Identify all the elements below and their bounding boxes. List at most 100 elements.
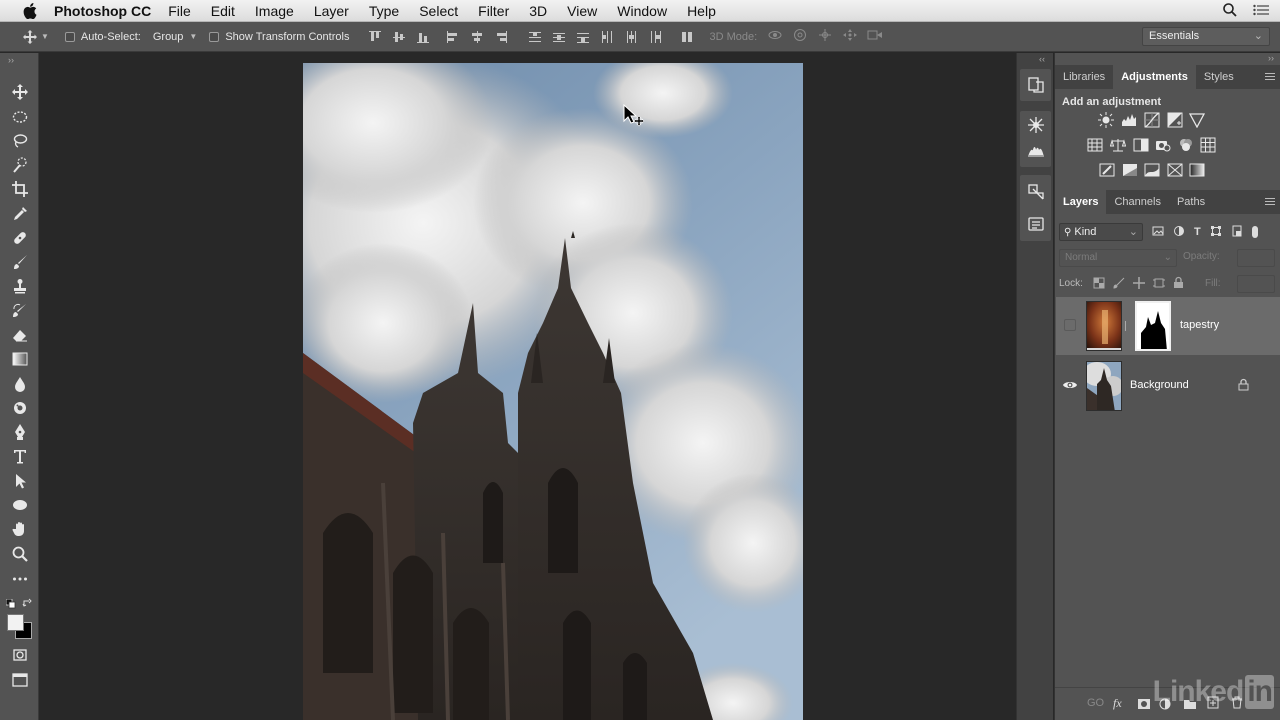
layer-row-background[interactable]: Background <box>1056 357 1280 415</box>
brush-presets-icon[interactable] <box>1027 116 1045 134</box>
spotlight-search-icon[interactable] <box>1222 2 1238 21</box>
default-colors-icon[interactable] <box>5 596 16 609</box>
show-transform-checkbox[interactable] <box>209 31 220 42</box>
filter-kind-dropdown[interactable]: ⚲ Kind ⌄ <box>1059 223 1143 241</box>
add-mask-icon[interactable] <box>1137 697 1151 715</box>
threshold-icon[interactable] <box>1144 162 1160 178</box>
distribute-hcenter-icon[interactable] <box>625 30 637 43</box>
brightness-contrast-icon[interactable] <box>1098 112 1114 128</box>
move-tool-icon[interactable] <box>8 81 32 103</box>
distribute-left-icon[interactable] <box>601 30 613 43</box>
cathedral-photo-canvas[interactable] <box>303 63 803 720</box>
menu-filter[interactable]: Filter <box>478 3 509 19</box>
panel-collapse-icon[interactable]: ›› <box>8 55 14 65</box>
menu-layer[interactable]: Layer <box>314 3 349 19</box>
tab-libraries[interactable]: Libraries <box>1055 65 1113 89</box>
tab-styles[interactable]: Styles <box>1196 65 1242 89</box>
crop-tool-icon[interactable] <box>8 178 32 200</box>
properties-icon[interactable] <box>1027 215 1045 233</box>
menu-window[interactable]: Window <box>617 3 667 19</box>
distribute-right-icon[interactable] <box>649 30 662 43</box>
quick-mask-icon[interactable] <box>8 644 32 666</box>
brush-settings-icon[interactable] <box>1027 142 1045 160</box>
notification-center-icon[interactable] <box>1252 2 1270 21</box>
fill-field[interactable] <box>1237 275 1275 293</box>
auto-select-dropdown[interactable]: Group ▼ <box>153 31 198 43</box>
move-tool-preset-icon[interactable] <box>22 29 38 45</box>
strip-collapse-icon[interactable]: ‹‹ <box>1039 54 1045 64</box>
eyedropper-tool-icon[interactable] <box>8 203 32 225</box>
invert-icon[interactable] <box>1099 162 1115 178</box>
tab-channels[interactable]: Channels <box>1106 190 1168 214</box>
black-white-icon[interactable] <box>1133 137 1149 153</box>
menu-file[interactable]: File <box>168 3 191 19</box>
3d-scale-icon[interactable] <box>867 28 883 45</box>
healing-brush-tool-icon[interactable] <box>8 227 32 249</box>
pen-tool-icon[interactable] <box>8 421 32 443</box>
gradient-tool-icon[interactable] <box>8 348 32 370</box>
zoom-tool-icon[interactable] <box>8 543 32 565</box>
blend-mode-dropdown[interactable]: Normal ⌄ <box>1059 249 1177 267</box>
filter-smart-object-icon[interactable] <box>1231 225 1243 240</box>
panel-menu-icon[interactable] <box>1265 198 1275 206</box>
3d-roll-icon[interactable] <box>792 28 808 45</box>
path-selection-tool-icon[interactable] <box>8 470 32 492</box>
swap-colors-icon[interactable] <box>22 595 32 607</box>
menu-help[interactable]: Help <box>687 3 716 19</box>
apple-icon[interactable] <box>20 2 40 19</box>
layer-mask-thumbnail[interactable] <box>1135 301 1171 351</box>
layer-name-background[interactable]: Background <box>1130 379 1189 391</box>
screen-mode-icon[interactable] <box>8 669 32 691</box>
align-bottom-icon[interactable] <box>417 31 430 43</box>
ellipse-tool-icon[interactable] <box>8 494 32 516</box>
lock-pixels-icon[interactable] <box>1113 277 1125 292</box>
hue-saturation-icon[interactable] <box>1087 137 1103 153</box>
blur-tool-icon[interactable] <box>8 373 32 395</box>
link-layers-icon[interactable]: GO <box>1087 697 1104 709</box>
color-lookup-icon[interactable] <box>1200 137 1216 153</box>
auto-align-layers-icon[interactable] <box>681 31 693 43</box>
align-right-icon[interactable] <box>495 30 508 43</box>
type-tool-icon[interactable] <box>8 445 32 467</box>
clone-stamp-tool-icon[interactable] <box>8 275 32 297</box>
panels-collapse-icon[interactable]: ›› <box>1268 53 1274 63</box>
3d-pan-icon[interactable] <box>817 28 833 45</box>
history-brush-tool-icon[interactable] <box>8 300 32 322</box>
auto-select-checkbox[interactable] <box>64 31 75 42</box>
posterize-icon[interactable] <box>1122 162 1138 178</box>
channel-mixer-icon[interactable] <box>1178 137 1194 153</box>
selective-color-icon[interactable] <box>1167 162 1183 178</box>
history-icon[interactable] <box>1027 76 1045 94</box>
color-balance-icon[interactable] <box>1109 137 1127 153</box>
eraser-tool-icon[interactable] <box>8 324 32 346</box>
opacity-field[interactable] <box>1237 249 1275 267</box>
align-left-icon[interactable] <box>447 30 459 43</box>
curves-icon[interactable] <box>1144 112 1160 128</box>
layer-style-fx-icon[interactable]: fx <box>1113 696 1122 711</box>
quick-selection-tool-icon[interactable] <box>8 154 32 176</box>
exposure-icon[interactable] <box>1167 112 1183 128</box>
marquee-tool-icon[interactable] <box>8 106 32 128</box>
lasso-tool-icon[interactable] <box>8 130 32 152</box>
3d-slide-icon[interactable] <box>842 28 858 45</box>
levels-icon[interactable] <box>1121 112 1137 128</box>
align-top-icon[interactable] <box>369 30 382 43</box>
hand-tool-icon[interactable] <box>8 518 32 540</box>
vibrance-icon[interactable] <box>1188 112 1206 129</box>
menu-view[interactable]: View <box>567 3 597 19</box>
align-hcenter-icon[interactable] <box>471 30 483 43</box>
filter-pixel-icon[interactable] <box>1152 225 1164 240</box>
lock-all-icon[interactable] <box>1173 276 1184 292</box>
foreground-color-swatch[interactable] <box>7 614 24 631</box>
align-vcenter-icon[interactable] <box>393 31 406 43</box>
tool-preset-chevron-icon[interactable]: ▼ <box>41 32 49 41</box>
menu-image[interactable]: Image <box>255 3 294 19</box>
lock-artboard-icon[interactable] <box>1153 277 1165 292</box>
3d-rotate-icon[interactable] <box>767 28 783 45</box>
workspace-switcher[interactable]: Essentials ⌄ <box>1142 27 1270 46</box>
lock-position-icon[interactable] <box>1133 277 1145 292</box>
dodge-tool-icon[interactable] <box>8 397 32 419</box>
filter-shape-icon[interactable] <box>1210 225 1222 240</box>
eye-icon[interactable] <box>1062 377 1078 393</box>
mask-link-icon[interactable] <box>1125 321 1129 331</box>
